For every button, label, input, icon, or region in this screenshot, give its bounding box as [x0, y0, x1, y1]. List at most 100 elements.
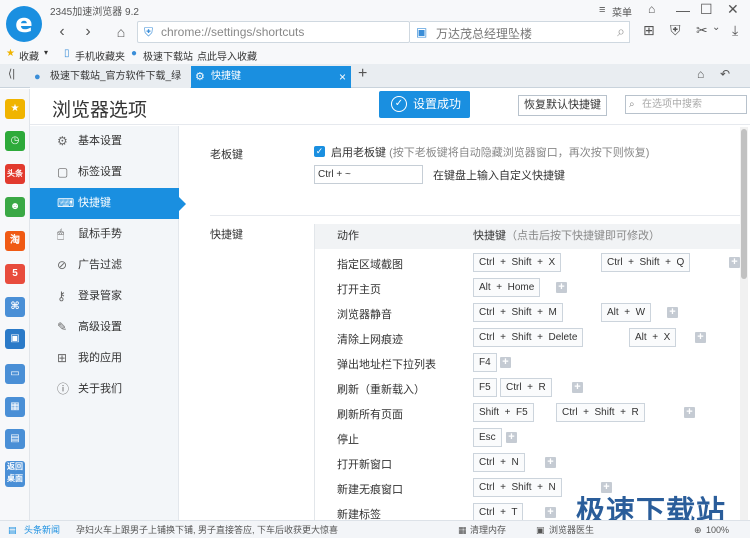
menu-icon[interactable]: ≡	[599, 4, 605, 16]
scissors-icon[interactable]: ✂	[696, 22, 708, 39]
shortcut-key[interactable]: F5	[473, 378, 497, 397]
tab-jisuxz[interactable]: ● 极速下载站_官方软件下载_绿色...	[30, 66, 190, 104]
memory-icon: ▦	[458, 525, 467, 535]
shortcut-row: 打开主页 Alt + Home +	[315, 276, 744, 301]
close-tab-icon[interactable]: ×	[339, 66, 346, 88]
recycle-icon[interactable]: ⌂	[697, 67, 704, 81]
game-icon[interactable]: ☻	[5, 197, 25, 217]
sidebar-item-5[interactable]: ⚷ 登录管家	[30, 281, 179, 312]
scrollbar-thumb[interactable]	[741, 129, 747, 279]
toutiao-icon[interactable]: 头条	[5, 164, 25, 184]
film-icon[interactable]: ▣	[5, 329, 25, 349]
clock-icon[interactable]: ◷	[5, 131, 25, 151]
bookmark-import[interactable]: 点此导入收藏	[197, 48, 257, 63]
news-label[interactable]: 头条新闻	[24, 522, 60, 538]
shortcut-key[interactable]: Ctrl + Shift + X	[473, 253, 562, 272]
apps-icon[interactable]: ⊞	[643, 22, 655, 39]
gamepad-icon[interactable]: ⌘	[5, 297, 25, 317]
news-text[interactable]: 孕妇火车上跟男子上铺换下铺, 男子直接答应, 下车后收获更大惊喜	[76, 522, 338, 538]
search-icon[interactable]: ⌕	[617, 23, 625, 40]
computer-icon[interactable]: ▭	[5, 364, 25, 384]
address-bar[interactable]: ⛨ chrome://settings/shortcuts	[137, 21, 410, 43]
sidebar-item-label: 登录管家	[78, 290, 122, 302]
shortcut-key[interactable]: Alt + X	[629, 328, 677, 347]
shortcut-row: 弹出地址栏下拉列表 F4 +	[315, 351, 744, 376]
shortcut-key[interactable]: Esc	[473, 428, 502, 447]
sidebar-item-1[interactable]: ▢ 标签设置	[30, 157, 179, 188]
add-shortcut-icon[interactable]: +	[572, 382, 583, 393]
sidebar-item-label: 基本设置	[78, 135, 122, 147]
clean-memory-label[interactable]: 清理内存	[470, 522, 506, 538]
shortcut-key[interactable]: Ctrl + Shift + M	[473, 303, 563, 322]
menu-label[interactable]: 菜单	[612, 4, 632, 19]
book-icon[interactable]: ▤	[5, 429, 25, 449]
new-tab-icon[interactable]: +	[358, 65, 367, 83]
sidebar-item-7[interactable]: ⊞ 我的应用	[30, 343, 179, 374]
add-shortcut-icon[interactable]: +	[695, 332, 706, 343]
browser-doctor-label[interactable]: 浏览器医生	[549, 522, 594, 538]
shortcut-key[interactable]: Ctrl + Shift + N	[473, 478, 562, 497]
add-shortcut-icon[interactable]: +	[545, 457, 556, 468]
star-icon[interactable]: ★	[5, 99, 25, 119]
add-shortcut-icon[interactable]: +	[506, 432, 517, 443]
shield-guard-icon[interactable]: ⛨	[670, 22, 681, 39]
add-shortcut-icon[interactable]: +	[500, 357, 511, 368]
saved-status-button[interactable]: ✓ 设置成功	[379, 91, 470, 118]
taobao-icon[interactable]: 淘	[5, 231, 25, 251]
home-button[interactable]: ⌂	[111, 22, 131, 42]
shortcut-key[interactable]: F4	[473, 353, 497, 372]
undo-icon[interactable]: ↶	[720, 67, 730, 81]
sidebar-item-label: 广告过滤	[78, 259, 122, 271]
col-action: 动作	[337, 230, 359, 242]
add-shortcut-icon[interactable]: +	[556, 282, 567, 293]
boss-key-input[interactable]: Ctrl + ~	[314, 165, 423, 184]
zoom-level[interactable]: 100%	[706, 522, 729, 538]
5star-icon[interactable]: 5	[5, 264, 25, 284]
shortcut-action: 指定区域截图	[337, 259, 403, 271]
sidebar-toggle-icon[interactable]: ⟨|	[8, 67, 15, 80]
add-shortcut-icon[interactable]: +	[729, 257, 740, 268]
shortcut-key[interactable]: Ctrl + Shift + Delete	[473, 328, 584, 347]
vertical-scrollbar[interactable]	[740, 127, 748, 523]
shortcut-key[interactable]: Ctrl + R	[500, 378, 552, 397]
sidebar-item-6[interactable]: ✎ 高级设置	[30, 312, 179, 343]
maximize-icon[interactable]: ☐	[700, 1, 713, 18]
shortcut-key[interactable]: Alt + Home	[473, 278, 541, 297]
sidebar-item-8[interactable]: ⓘ 关于我们	[30, 374, 179, 405]
status-bar: ▤ 头条新闻 孕妇火车上跟男子上铺换下铺, 男子直接答应, 下车后收获更大惊喜 …	[0, 520, 750, 538]
bookmark-mobile[interactable]: 手机收藏夹	[75, 48, 125, 63]
forward-button[interactable]: ›	[78, 22, 98, 42]
shortcut-key[interactable]: Ctrl + Shift + Q	[601, 253, 691, 272]
back-button[interactable]: ‹	[52, 22, 72, 42]
sidebar-item-icon: ✎	[57, 320, 68, 334]
bookmark-jisuxz[interactable]: 极速下载站	[143, 48, 193, 63]
chevron-down-icon[interactable]: ⌄	[712, 22, 720, 33]
bookmark-favorites[interactable]: 收藏	[19, 48, 39, 63]
settings-search-input[interactable]: ⌕ 在选项中搜索	[625, 95, 747, 114]
shortcut-key[interactable]: Ctrl + N	[473, 453, 525, 472]
add-shortcut-icon[interactable]: +	[667, 307, 678, 318]
shortcut-key[interactable]: Ctrl + Shift + R	[556, 403, 645, 422]
sidebar-item-2[interactable]: ⌨ 快捷键	[30, 188, 186, 219]
add-shortcut-icon[interactable]: +	[545, 507, 556, 518]
sidebar-item-3[interactable]: 🖱 鼠标手势	[30, 219, 179, 250]
minimize-icon[interactable]: —	[676, 2, 690, 18]
back-desktop-icon[interactable]: 返回桌面	[5, 461, 25, 487]
close-icon[interactable]: ✕	[727, 1, 739, 18]
shortcut-action: 刷新（重新载入）	[337, 384, 425, 396]
tab-shortcuts[interactable]: ⚙ 快捷键 ×	[191, 66, 351, 88]
add-shortcut-icon[interactable]: +	[684, 407, 695, 418]
download-icon[interactable]: ⤓	[732, 22, 738, 39]
section-divider	[210, 215, 746, 216]
shortcut-key[interactable]: Shift + F5	[473, 403, 534, 422]
chevron-down-icon[interactable]: ▾	[44, 48, 48, 57]
gift-icon[interactable]: ⌂	[648, 2, 655, 16]
search-text: 万达茂总经理坠楼	[436, 27, 533, 41]
search-box[interactable]: ▣ 万达茂总经理坠楼 ⌕	[410, 21, 630, 43]
boss-key-checkbox[interactable]: ✓	[314, 146, 325, 157]
sidebar-item-0[interactable]: ⚙ 基本设置	[30, 126, 179, 157]
restore-default-button[interactable]: 恢复默认快捷键	[518, 95, 607, 116]
calculator-icon[interactable]: ▦	[5, 397, 25, 417]
shortcut-key[interactable]: Alt + W	[601, 303, 652, 322]
sidebar-item-4[interactable]: ⊘ 广告过滤	[30, 250, 179, 281]
